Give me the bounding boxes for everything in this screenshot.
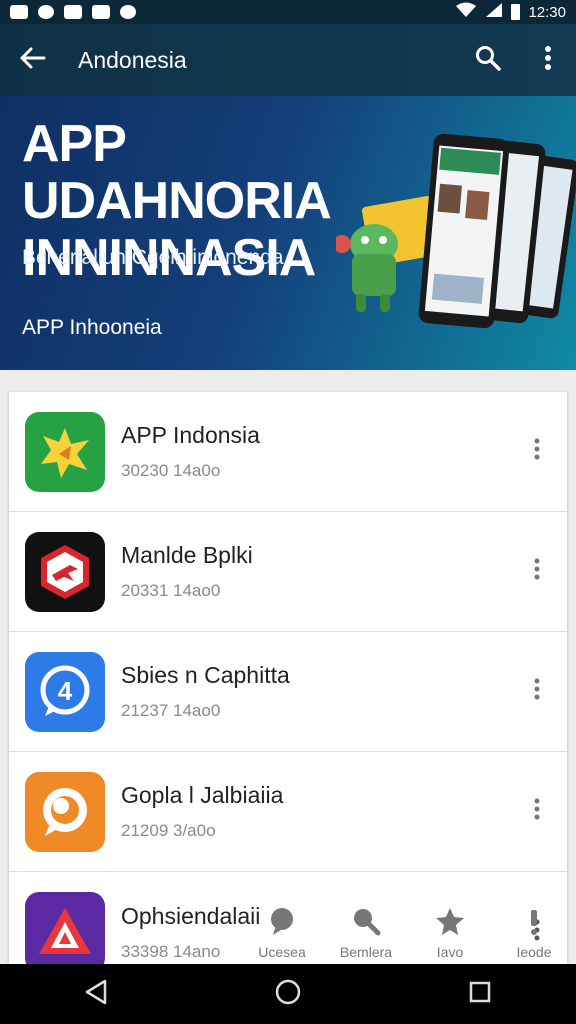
- nav-item-favorites[interactable]: Iavo: [408, 906, 492, 960]
- list-item[interactable]: Manlde Bplki 20331 14ao0: [9, 512, 567, 632]
- toolbar-title: Andonesia: [78, 46, 187, 73]
- app-icon: [25, 892, 105, 964]
- hero-banner[interactable]: APP UDAHNORIA INNINNASIA Bcherlaliun Cqe…: [0, 96, 576, 370]
- list-item[interactable]: 4 Sbies n Caphitta 21237 14ao0: [9, 632, 567, 752]
- info-icon: [519, 906, 549, 941]
- svg-text:4: 4: [58, 676, 73, 706]
- app-meta: 30230 14a0o: [121, 461, 221, 480]
- app-title: APP Indonsia: [121, 422, 260, 448]
- arrow-left-icon: [18, 46, 46, 75]
- list-item[interactable]: Gopla l Jalbiaiia 21209 3/a0o: [9, 752, 567, 872]
- clock-text: 12:30: [528, 3, 566, 21]
- wifi-icon: [455, 2, 477, 22]
- gallery-icon: [64, 5, 82, 19]
- hero-brand: APP Inhooneia: [22, 316, 162, 339]
- app-icon: 4: [25, 651, 105, 732]
- system-navigation-bar: [0, 964, 576, 1024]
- back-button[interactable]: [0, 24, 64, 96]
- overflow-menu-button[interactable]: [520, 24, 576, 96]
- bottom-navigation: Ucesea Bemlera Iavo Ieode: [240, 892, 576, 964]
- app-meta: 20331 14ao0: [121, 581, 221, 600]
- notification-icons: [10, 5, 136, 19]
- app-icon: [25, 771, 105, 852]
- nav-label: Ucesea: [258, 944, 306, 960]
- search-button[interactable]: [456, 24, 520, 96]
- star-icon: [435, 906, 465, 941]
- square-recents-icon: [468, 980, 492, 1009]
- item-menu-button[interactable]: [507, 542, 567, 602]
- app-icon: [120, 5, 136, 19]
- system-home-button[interactable]: [258, 964, 318, 1024]
- app-meta: 21237 14ao0: [121, 701, 221, 720]
- shield-icon: [92, 5, 110, 19]
- item-menu-button[interactable]: [507, 662, 567, 722]
- nav-label: Ieode: [516, 944, 552, 960]
- notification-icon: [10, 5, 28, 19]
- nav-item-search[interactable]: Bemlera: [324, 906, 408, 960]
- item-menu-button[interactable]: [507, 782, 567, 842]
- nav-item-chat[interactable]: Ucesea: [240, 906, 324, 960]
- search-icon: [351, 906, 381, 941]
- search-icon: [475, 45, 501, 76]
- triangle-back-icon: [84, 979, 108, 1010]
- app-title: Sbies n Caphitta: [121, 662, 290, 688]
- message-icon: [38, 5, 54, 19]
- chat-icon: [267, 906, 297, 941]
- hero-illustration: [336, 133, 576, 329]
- app-icon: [25, 411, 105, 492]
- hero-subtitle: Bcherlaliun Cqelh inlonenda: [22, 246, 284, 269]
- circle-home-icon: [274, 978, 302, 1011]
- more-vert-icon: [534, 438, 540, 465]
- battery-icon: [511, 4, 521, 20]
- app-title: Gopla l Jalbiaiia: [121, 782, 284, 808]
- nav-label: Bemlera: [339, 944, 393, 960]
- app-toolbar: Andonesia: [0, 24, 576, 96]
- app-list: APP Indonsia 30230 14a0o Manlde Bplki 20…: [9, 392, 567, 964]
- more-vert-icon: [544, 45, 552, 76]
- nav-label: Iavo: [436, 944, 464, 960]
- list-item[interactable]: APP Indonsia 30230 14a0o: [9, 392, 567, 512]
- nav-item-info[interactable]: Ieode: [492, 906, 576, 960]
- system-back-button[interactable]: [66, 964, 126, 1024]
- system-recents-button[interactable]: [450, 964, 510, 1024]
- status-bar: 12:30: [0, 0, 576, 24]
- item-menu-button[interactable]: [507, 422, 567, 482]
- app-icon: [25, 531, 105, 612]
- more-vert-icon: [534, 678, 540, 705]
- more-vert-icon: [534, 798, 540, 825]
- system-status: 12:30: [455, 2, 566, 22]
- signal-icon: [485, 2, 503, 22]
- more-vert-icon: [534, 558, 540, 585]
- app-title: Manlde Bplki: [121, 542, 253, 568]
- app-meta: 21209 3/a0o: [121, 821, 216, 840]
